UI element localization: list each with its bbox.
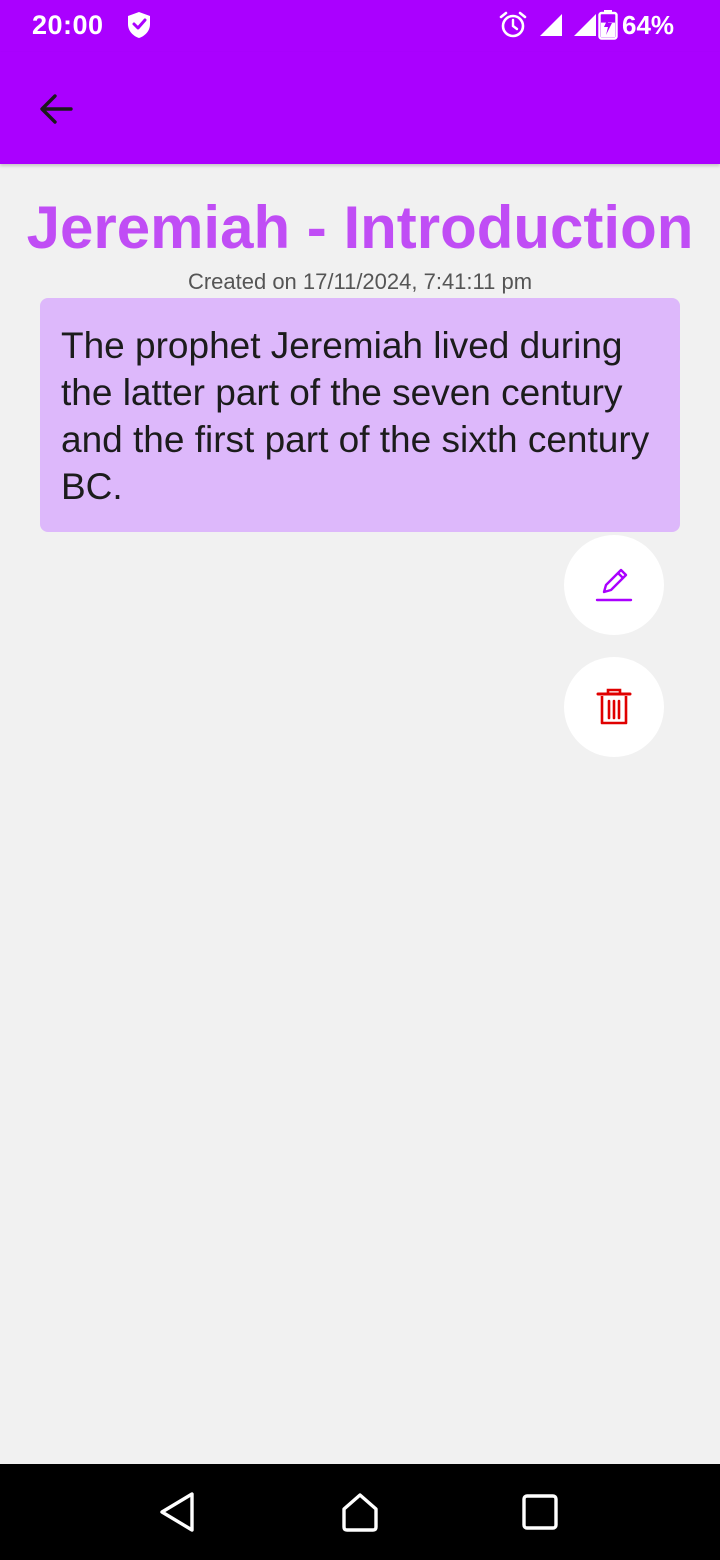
signal-icon: [540, 14, 562, 36]
trash-icon: [596, 688, 632, 725]
nav-back-button[interactable]: [148, 1482, 208, 1542]
edit-button[interactable]: [564, 535, 664, 635]
nav-recents-icon: [522, 1494, 558, 1530]
app-bar: [0, 52, 720, 164]
nav-back-icon: [160, 1492, 194, 1532]
alarm-icon: [499, 11, 527, 38]
signal-icon: [574, 14, 596, 36]
created-timestamp: Created on 17/11/2024, 7:41:11 pm: [187, 269, 533, 294]
note-body: The prophet Jeremiah lived during the la…: [61, 325, 650, 507]
pencil-icon: [595, 568, 633, 602]
nav-home-button[interactable]: [330, 1482, 390, 1542]
nav-recents-button[interactable]: [510, 1482, 570, 1542]
shield-icon: [128, 12, 150, 38]
status-bar: 20:00 64%: [0, 0, 720, 52]
battery-charging-icon: [598, 10, 618, 40]
back-button[interactable]: [28, 84, 84, 134]
note-title: Jeremiah - Introduction: [26, 194, 694, 261]
navigation-bar: [0, 1464, 720, 1560]
nav-home-icon: [342, 1493, 378, 1532]
delete-button[interactable]: [564, 657, 664, 757]
status-time: 20:00: [32, 10, 104, 40]
battery-percent: 64%: [622, 10, 675, 40]
note-card: The prophet Jeremiah lived during the la…: [40, 298, 680, 532]
arrow-left-icon: [40, 94, 73, 124]
